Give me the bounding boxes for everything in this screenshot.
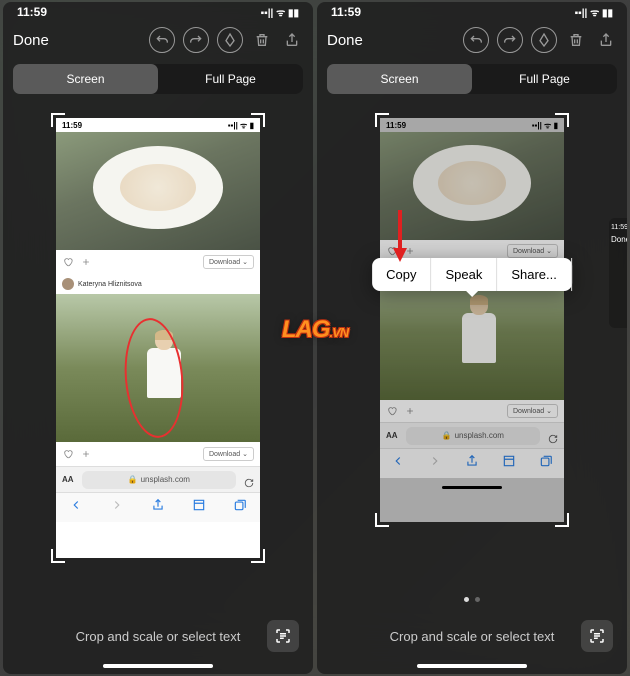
screenshot-preview: 11:59 ▪▪|| ᯤ ▮ Download⌄ <box>380 118 564 522</box>
page-dot-2[interactable] <box>475 597 480 602</box>
screenshot-preview: 11:59 ▪▪|| ᯤ ▮ Download⌄ Kateryna Hlizni… <box>56 118 260 558</box>
redo-icon[interactable] <box>497 27 523 53</box>
editor-toolbar: Done <box>3 22 313 58</box>
context-speak[interactable]: Speak <box>431 258 497 291</box>
tabs-icon <box>539 454 553 473</box>
avatar <box>62 278 74 290</box>
tab-full-page[interactable]: Full Page <box>472 64 617 94</box>
preview-image-food <box>56 132 260 250</box>
bookmarks-icon <box>192 498 206 517</box>
download-button: Download⌄ <box>507 404 558 418</box>
back-icon <box>391 454 405 473</box>
url-field: 🔒 unsplash.com <box>82 471 236 489</box>
live-text-button[interactable] <box>267 620 299 652</box>
done-button[interactable]: Done <box>327 32 363 49</box>
trash-icon[interactable] <box>565 27 587 53</box>
tab-full-page[interactable]: Full Page <box>158 64 303 94</box>
crop-handle-tr[interactable] <box>251 113 265 127</box>
plus-icon <box>80 448 92 460</box>
reload-icon <box>548 431 558 441</box>
download-button: Download⌄ <box>203 255 254 269</box>
hint-text: Crop and scale or select text <box>390 629 555 644</box>
text-size-icon: AA <box>386 431 398 440</box>
crop-handle-br[interactable] <box>251 549 265 563</box>
watermark: LAG.VN <box>282 316 348 344</box>
safari-address-bar: AA 🔒 unsplash.com <box>380 422 564 448</box>
share-icon[interactable] <box>281 27 303 53</box>
crop-handle-bl[interactable] <box>51 549 65 563</box>
home-indicator[interactable] <box>417 664 527 668</box>
preview-action-row-2: Download⌄ <box>380 400 564 422</box>
segmented-control: Screen Full Page <box>13 64 303 94</box>
back-icon <box>69 498 83 517</box>
heart-icon <box>62 256 74 268</box>
bottom-hint-bar: Crop and scale or select text <box>317 608 627 664</box>
heart-icon <box>62 448 74 460</box>
crop-frame[interactable]: 11:59 ▪▪|| ᯤ ▮ Download⌄ Kateryna Hlizni… <box>56 118 260 558</box>
undo-icon[interactable] <box>149 27 175 53</box>
plus-icon <box>80 256 92 268</box>
status-time: 11:59 <box>17 5 47 19</box>
url-field: 🔒 unsplash.com <box>406 427 540 445</box>
status-indicators: ▪▪|| ᯤ ▮▮ <box>575 5 613 19</box>
preview-author: Kateryna Hliznitsova <box>56 274 260 294</box>
phone-screenshot-editor-right: 11:59 ▪▪|| ᯤ ▮▮ Done Screen Full Page Co… <box>317 2 627 674</box>
annotation-arrow-icon <box>391 208 409 264</box>
status-indicators: ▪▪|| ᯤ ▮▮ <box>261 5 299 19</box>
tabs-icon <box>233 498 247 517</box>
markup-pen-icon[interactable] <box>531 27 557 53</box>
preview-image-child <box>56 294 260 442</box>
tab-screen[interactable]: Screen <box>13 64 158 94</box>
context-share[interactable]: Share... <box>497 258 572 291</box>
preview-action-row-2: Download⌄ <box>56 442 260 466</box>
preview-action-row: Download⌄ <box>56 250 260 274</box>
safari-toolbar <box>56 492 260 522</box>
forward-icon <box>110 498 124 517</box>
safari-toolbar <box>380 448 564 478</box>
phone-screenshot-editor-left: 11:59 ▪▪|| ᯤ ▮▮ Done Screen Full Page 11… <box>3 2 313 674</box>
redo-icon[interactable] <box>183 27 209 53</box>
download-button: Download⌄ <box>203 447 254 461</box>
crop-frame[interactable]: 11:59 ▪▪|| ᯤ ▮ Download⌄ <box>380 118 564 522</box>
editor-toolbar: Done <box>317 22 627 58</box>
status-time: 11:59 <box>331 5 361 19</box>
segmented-control: Screen Full Page <box>327 64 617 94</box>
plus-icon <box>404 405 416 417</box>
page-dot-1[interactable] <box>464 597 469 602</box>
status-bar: 11:59 ▪▪|| ᯤ ▮▮ <box>317 2 627 22</box>
share-icon[interactable] <box>595 27 617 53</box>
live-text-button[interactable] <box>581 620 613 652</box>
download-button: Download⌄ <box>507 244 558 258</box>
share-icon <box>465 454 479 473</box>
reload-icon <box>244 475 254 485</box>
page-indicator <box>317 597 627 602</box>
safari-address-bar: AA 🔒 unsplash.com <box>56 466 260 492</box>
share-icon <box>151 498 165 517</box>
forward-icon <box>428 454 442 473</box>
preview-status-bar: 11:59 ▪▪|| ᯤ ▮ <box>56 118 260 132</box>
markup-pen-icon[interactable] <box>217 27 243 53</box>
home-indicator[interactable] <box>103 664 213 668</box>
screenshot-canvas[interactable]: 11:59 ▪▪|| ᯤ ▮ Download⌄ Kateryna Hlizni… <box>3 100 313 608</box>
status-bar: 11:59 ▪▪|| ᯤ ▮▮ <box>3 2 313 22</box>
hint-text: Crop and scale or select text <box>76 629 241 644</box>
tab-screen[interactable]: Screen <box>327 64 472 94</box>
trash-icon[interactable] <box>251 27 273 53</box>
bottom-hint-bar: Crop and scale or select text <box>3 608 313 664</box>
adjacent-screenshot-preview[interactable]: 11:59 Done <box>609 218 627 328</box>
screenshot-canvas[interactable]: Copy Speak Share... 11:59 ▪▪|| ᯤ ▮ <box>317 100 627 597</box>
bookmarks-icon <box>502 454 516 473</box>
undo-icon[interactable] <box>463 27 489 53</box>
text-size-icon: AA <box>62 475 74 484</box>
crop-handle-tl[interactable] <box>51 113 65 127</box>
preview-status-bar: 11:59 ▪▪|| ᯤ ▮ <box>380 118 564 132</box>
preview-home-indicator <box>442 486 502 489</box>
heart-icon <box>386 405 398 417</box>
done-button[interactable]: Done <box>13 32 49 49</box>
